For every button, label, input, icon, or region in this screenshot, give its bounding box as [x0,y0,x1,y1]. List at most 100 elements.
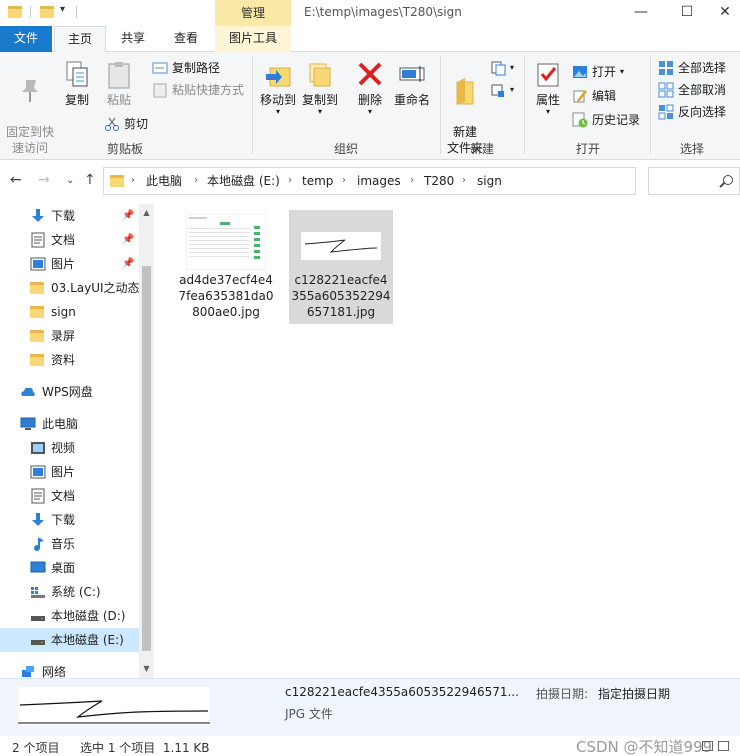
scroll-down-icon[interactable]: ▼ [139,664,154,673]
file-list[interactable]: ad4de37ecf4e47fea635381da0800ae0.jpg c12… [154,204,740,678]
delete-label: 删除 [357,93,382,107]
folder-icon [8,4,24,20]
history-button[interactable]: 历史记录 [572,110,640,130]
pin-icon[interactable]: 📌 [122,228,134,252]
select-all-button[interactable]: 全部选择 [658,58,726,78]
sidebar-item-drive-d[interactable]: 本地磁盘 (D:) [0,604,139,628]
move-to-button[interactable]: 移动到 ▾ [258,60,298,116]
sidebar-item-drive-c[interactable]: 系统 (C:) [0,580,139,604]
close-button[interactable]: ✕ [710,0,740,26]
sidebar-item-desktop[interactable]: 桌面 [0,556,139,580]
customize-quick-access-dropdown-icon[interactable]: ▾ [60,4,65,15]
scrollbar-thumb[interactable] [142,266,151,651]
open-button[interactable]: 打开 ▾ [572,62,624,82]
sidebar-item-label: 图片 [51,257,76,271]
properties-button[interactable]: 属性 ▾ [530,60,566,116]
folder-icon [30,328,46,344]
picture-icon [30,465,46,479]
up-arrow-icon[interactable]: ↑ [84,172,96,188]
minimize-button[interactable]: — [618,0,664,26]
sidebar-item-layui-folder[interactable]: 03.LayUI之动态 [0,276,139,300]
sidebar-item-materials-folder[interactable]: 资料 [0,348,139,372]
sidebar-item-wps-cloud[interactable]: WPS网盘 [0,380,139,404]
breadcrumb-chevron-icon[interactable]: › [342,168,346,194]
tab-share[interactable]: 共享 [108,26,158,52]
select-none-button[interactable]: 全部取消 [658,80,726,100]
cut-button[interactable]: 剪切 [104,114,148,134]
sidebar-item-downloads[interactable]: 下载 [0,508,139,532]
copy-button[interactable]: 复制 [60,60,94,108]
breadcrumb-sign[interactable]: sign [477,168,502,194]
selection-info: 选中 1 个项目 1.11 KB [80,741,210,755]
group-label-new: 新建 [469,142,494,156]
sidebar-item-label: 下载 [51,513,76,527]
breadcrumb-temp[interactable]: temp [302,168,333,194]
delete-x-icon [358,62,382,86]
new-item-button[interactable]: ▾ [490,58,514,78]
rename-button[interactable]: 重命名 [392,60,432,108]
copy-path-button[interactable]: 复制路径 [152,58,220,78]
paste-button[interactable]: 粘贴 [100,60,138,108]
breadcrumb-chevron-icon[interactable]: › [131,168,135,194]
edit-button[interactable]: 编辑 [572,86,616,106]
large-icons-view-icon[interactable] [718,741,729,751]
breadcrumb-chevron-icon[interactable]: › [288,168,292,194]
tab-view[interactable]: 查看 [160,26,212,52]
sidebar-item-screen-recording-folder[interactable]: 录屏 [0,324,139,348]
sidebar-item-videos[interactable]: 视频 [0,436,139,460]
sidebar-item-downloads-quick[interactable]: 下载 📌 [0,204,139,228]
breadcrumb-t280[interactable]: T280 [424,168,454,194]
folder-icon [110,173,126,189]
new-folder-quick-icon[interactable] [40,4,56,20]
sidebar-item-sign-folder[interactable]: sign [0,300,139,324]
sidebar-item-label: 下载 [51,209,76,223]
search-input[interactable] [649,168,719,194]
open-label: 打开 [592,65,617,79]
breadcrumb-chevron-icon[interactable]: › [194,168,198,194]
scroll-up-icon[interactable]: ▲ [139,208,154,217]
back-arrow-icon[interactable]: ← [10,172,22,188]
tab-home[interactable]: 主页 [54,26,106,53]
contextual-tab-manage[interactable]: 管理 [215,0,291,26]
paste-shortcut-icon [152,82,168,98]
recent-locations-chevron-icon[interactable]: ⌄ [66,175,74,186]
delete-button[interactable]: 删除 ▾ [352,60,388,116]
sidebar-item-pictures[interactable]: 图片 [0,460,139,484]
pin-icon[interactable]: 📌 [122,252,134,276]
select-none-label: 全部取消 [678,83,727,97]
sidebar-item-this-pc[interactable]: 此电脑 [0,412,139,436]
forward-arrow-icon[interactable]: → [38,172,50,188]
breadcrumb-chevron-icon[interactable]: › [462,168,466,194]
breadcrumb-this-pc[interactable]: 此电脑 [146,168,182,194]
tab-file[interactable]: 文件 [0,26,52,52]
details-date-taken-value[interactable]: 指定拍摄日期 [598,685,670,702]
sidebar-item-documents-quick[interactable]: 文档 📌 [0,228,139,252]
file-item[interactable]: ad4de37ecf4e47fea635381da0800ae0.jpg [174,210,278,324]
easy-access-button[interactable]: ▾ [490,80,514,100]
tab-picture-tools[interactable]: 图片工具 [215,26,291,52]
breadcrumb-drive-e[interactable]: 本地磁盘 (E:) [207,168,280,194]
breadcrumb-chevron-icon[interactable]: › [410,168,414,194]
details-view-icon[interactable] [702,741,713,751]
cloud-icon [21,387,35,396]
sidebar-item-label: sign [51,305,76,319]
sidebar-item-drive-e[interactable]: 本地磁盘 (E:) [0,628,139,652]
address-bar[interactable]: › 此电脑 › 本地磁盘 (E:) › temp › images › T280… [103,167,730,195]
sidebar-item-documents[interactable]: 文档 [0,484,139,508]
sidebar-item-music[interactable]: 音乐 [0,532,139,556]
file-item-selected[interactable]: c128221eacfe4355a605352294657181.jpg [289,210,393,324]
pin-to-quick-access-button[interactable]: 固定到快 速访问 [4,60,56,156]
dropdown-arrow-icon: ▾ [620,67,625,76]
invert-selection-button[interactable]: 反向选择 [658,102,726,122]
sidebar-item-pictures-quick[interactable]: 图片 📌 [0,252,139,276]
copy-to-button[interactable]: 复制到 ▾ [300,60,340,116]
sidebar-scrollbar[interactable]: ▲ ▼ [139,204,154,678]
select-all-label: 全部选择 [678,61,727,75]
dropdown-arrow-icon: ▾ [367,107,372,116]
divider [252,56,253,154]
search-box[interactable] [648,167,740,195]
maximize-button[interactable]: ☐ [664,0,710,26]
breadcrumb-images[interactable]: images [357,168,401,194]
paste-shortcut-button[interactable]: 粘贴快捷方式 [152,80,244,100]
pin-icon[interactable]: 📌 [122,204,134,228]
